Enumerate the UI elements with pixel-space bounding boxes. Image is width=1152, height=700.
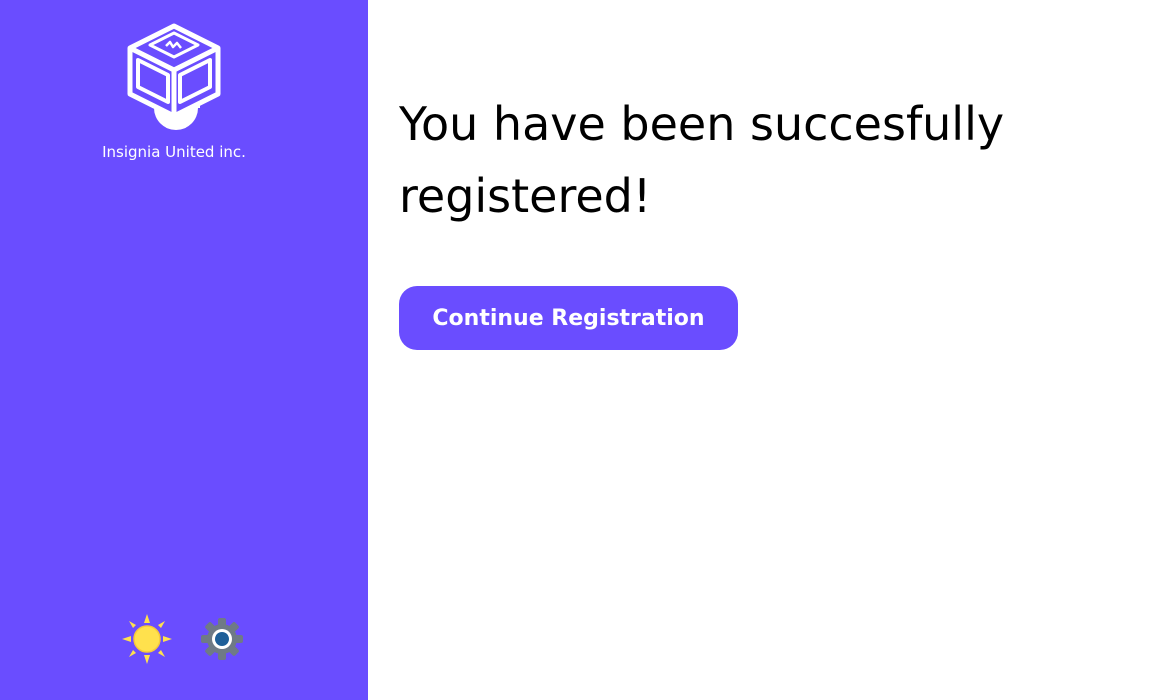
- gear-icon: [201, 618, 243, 660]
- theme-toggle-button[interactable]: [120, 612, 174, 666]
- app-window: Insignia United inc. You have been succe…: [0, 0, 1152, 700]
- sidebar: Insignia United inc.: [0, 0, 368, 700]
- sun-icon: [122, 614, 172, 664]
- continue-registration-button[interactable]: Continue Registration: [399, 286, 738, 350]
- company-name: Insignia United inc.: [102, 143, 246, 161]
- main-content: You have been succesfully registered! Co…: [368, 0, 1152, 700]
- success-message: You have been succesfully registered!: [399, 97, 1005, 223]
- settings-button[interactable]: [198, 615, 246, 663]
- box-logo-icon: [124, 22, 224, 132]
